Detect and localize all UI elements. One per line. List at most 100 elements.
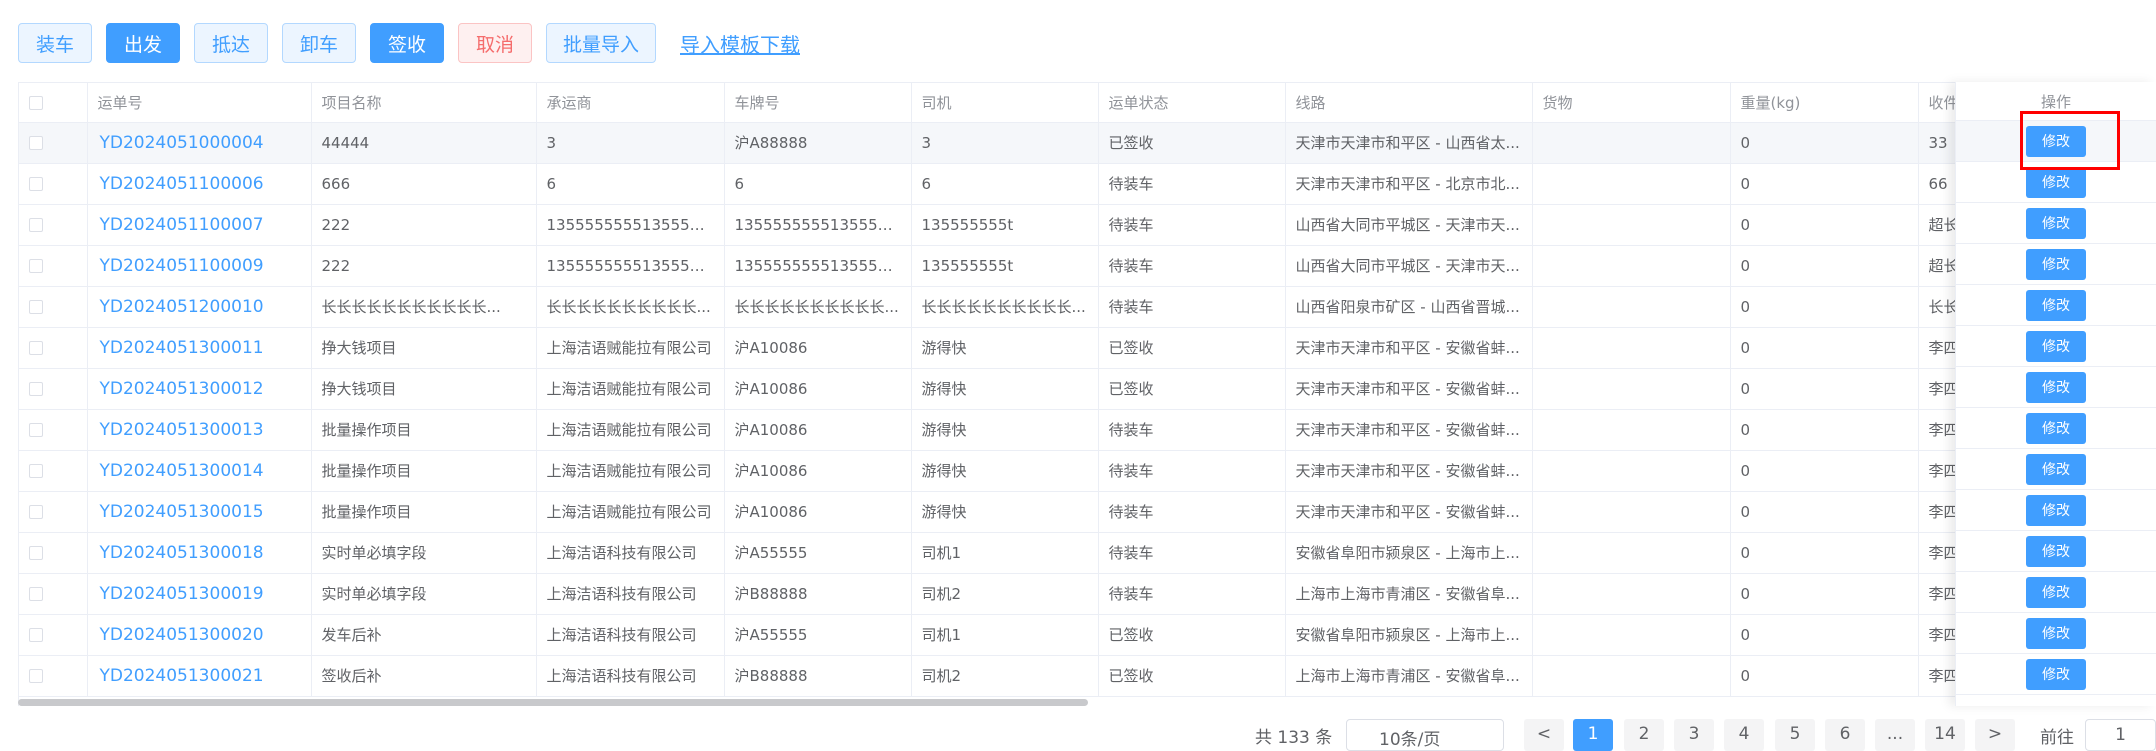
edit-button[interactable]: 修改 xyxy=(2026,289,2086,321)
table-cell: 上海洁语贼能拉有限公司 xyxy=(536,409,725,451)
page-1[interactable]: 1 xyxy=(1573,719,1613,751)
depart-button[interactable]: 出发 xyxy=(106,23,180,63)
edit-button[interactable]: 修改 xyxy=(2026,248,2086,280)
row-checkbox[interactable] xyxy=(19,655,88,697)
edit-button[interactable]: 修改 xyxy=(2026,453,2086,485)
row-checkbox[interactable] xyxy=(19,163,88,205)
table-cell: 上海洁语贼能拉有限公司 xyxy=(536,450,725,492)
unload-button[interactable]: 卸车 xyxy=(282,23,356,63)
edit-button[interactable]: 修改 xyxy=(2026,330,2086,362)
table-row[interactable]: YD2024051300013 批量操作项目 上海洁语贼能拉有限公司 沪A10086 游… xyxy=(19,409,2156,451)
col-header[interactable]: 线路 xyxy=(1285,83,1533,123)
table-header: 运单号 项目名称 承运商 车牌号 司机 运单状态 线路 货物 重量(kg) 收件 xyxy=(19,83,2156,123)
table-cell: 0 xyxy=(1730,163,1919,205)
row-checkbox[interactable] xyxy=(19,204,88,246)
row-checkbox[interactable] xyxy=(19,491,88,533)
table-cell xyxy=(1532,163,1731,205)
waybill-number-link[interactable]: YD2024051300019 xyxy=(87,573,312,615)
table-row[interactable]: YD2024051200010 长长长长长长长长长长长... 长长长长长长长长长长.… xyxy=(19,286,2156,328)
table-row[interactable]: YD2024051300021 签收后补 上海洁语科技有限公司 沪B88888 司机2 已… xyxy=(19,655,2156,697)
page-2[interactable]: 2 xyxy=(1624,719,1664,751)
waybill-number-link[interactable]: YD2024051000004 xyxy=(87,122,312,164)
col-header[interactable]: 运单状态 xyxy=(1098,83,1286,123)
select-all-checkbox[interactable] xyxy=(19,83,88,123)
page-6[interactable]: 6 xyxy=(1825,719,1865,751)
page-size-select[interactable]: 10条/页 xyxy=(1346,719,1504,751)
row-checkbox[interactable] xyxy=(19,450,88,492)
load-button[interactable]: 装车 xyxy=(18,23,92,63)
table-row[interactable]: YD2024051300015 批量操作项目 上海洁语贼能拉有限公司 沪A10086 游… xyxy=(19,491,2156,533)
row-checkbox[interactable] xyxy=(19,368,88,410)
action-cell: 修改 xyxy=(1956,162,2156,203)
download-template-link[interactable]: 导入模板下载 xyxy=(680,29,800,58)
col-header[interactable]: 承运商 xyxy=(536,83,725,123)
table-row[interactable]: YD2024051300014 批量操作项目 上海洁语贼能拉有限公司 沪A10086 游… xyxy=(19,450,2156,492)
action-cell: 修改 xyxy=(1956,490,2156,531)
table-row[interactable]: YD2024051300018 实时单必填字段 上海洁语科技有限公司 沪A55555 司… xyxy=(19,532,2156,574)
prev-page-button[interactable]: < xyxy=(1524,719,1564,751)
col-header[interactable]: 运单号 xyxy=(87,83,312,123)
arrive-button[interactable]: 抵达 xyxy=(194,23,268,63)
row-checkbox[interactable] xyxy=(19,245,88,287)
waybill-number-link[interactable]: YD2024051300018 xyxy=(87,532,312,574)
next-page-button[interactable]: > xyxy=(1975,719,2015,751)
table-row[interactable]: YD2024051100007 222 13555555551355555... 13… xyxy=(19,204,2156,246)
waybill-number-link[interactable]: YD2024051300011 xyxy=(87,327,312,369)
table-row[interactable]: YD2024051100006 666 6 6 6 待装车 天津市天津市和平区 - 北京市北… xyxy=(19,163,2156,205)
table-cell: 0 xyxy=(1730,573,1919,615)
edit-button[interactable]: 修改 xyxy=(2026,412,2086,444)
row-checkbox[interactable] xyxy=(19,614,88,656)
edit-button[interactable]: 修改 xyxy=(2026,166,2086,198)
col-header[interactable]: 车牌号 xyxy=(724,83,912,123)
col-header[interactable]: 货物 xyxy=(1532,83,1731,123)
waybill-number-link[interactable]: YD2024051300014 xyxy=(87,450,312,492)
table-row[interactable]: YD2024051000004 44444 3 沪A88888 3 已签收 天津市天津市和平… xyxy=(19,122,2156,164)
edit-button[interactable]: 修改 xyxy=(2026,371,2086,403)
col-header[interactable]: 司机 xyxy=(911,83,1099,123)
table-row[interactable]: YD2024051100009 222 13555555551355555... 13… xyxy=(19,245,2156,287)
waybill-number-link[interactable]: YD2024051300021 xyxy=(87,655,312,697)
page-14[interactable]: 14 xyxy=(1925,719,1965,751)
horizontal-scrollbar[interactable] xyxy=(18,699,1088,706)
waybill-number-link[interactable]: YD2024051300020 xyxy=(87,614,312,656)
row-checkbox[interactable] xyxy=(19,122,88,164)
waybill-number-link[interactable]: YD2024051300013 xyxy=(87,409,312,451)
waybill-number-link[interactable]: YD2024051100009 xyxy=(87,245,312,287)
edit-button[interactable]: 修改 xyxy=(2026,535,2086,567)
action-cell: 修改 xyxy=(1956,244,2156,285)
row-checkbox[interactable] xyxy=(19,573,88,615)
sign-button[interactable]: 签收 xyxy=(370,23,444,63)
table-cell: 安徽省阜阳市颍泉区 - 上海市上... xyxy=(1285,532,1533,574)
cancel-button[interactable]: 取消 xyxy=(458,23,532,63)
row-checkbox[interactable] xyxy=(19,286,88,328)
table-row[interactable]: YD2024051300011 挣大钱项目 上海洁语贼能拉有限公司 沪A10086 游得… xyxy=(19,327,2156,369)
waybill-number-link[interactable]: YD2024051100007 xyxy=(87,204,312,246)
col-header[interactable]: 重量(kg) xyxy=(1730,83,1919,123)
edit-button[interactable]: 修改 xyxy=(2026,617,2086,649)
table-row[interactable]: YD2024051300012 挣大钱项目 上海洁语贼能拉有限公司 沪A10086 游得… xyxy=(19,368,2156,410)
col-header[interactable]: 项目名称 xyxy=(311,83,537,123)
page-4[interactable]: 4 xyxy=(1724,719,1764,751)
table-cell: 待装车 xyxy=(1098,491,1286,533)
edit-button[interactable]: 修改 xyxy=(2026,658,2086,690)
waybill-number-link[interactable]: YD2024051300012 xyxy=(87,368,312,410)
page-3[interactable]: 3 xyxy=(1674,719,1714,751)
table-cell: 6 xyxy=(536,163,725,205)
jump-input[interactable]: 1 xyxy=(2085,719,2156,751)
waybill-number-link[interactable]: YD2024051100006 xyxy=(87,163,312,205)
edit-button[interactable]: 修改 xyxy=(2026,576,2086,608)
row-checkbox[interactable] xyxy=(19,327,88,369)
page-5[interactable]: 5 xyxy=(1775,719,1815,751)
edit-button[interactable]: 修改 xyxy=(2026,207,2086,239)
waybill-number-link[interactable]: YD2024051200010 xyxy=(87,286,312,328)
row-checkbox[interactable] xyxy=(19,532,88,574)
page-ellipsis[interactable]: ... xyxy=(1875,719,1915,751)
waybill-number-link[interactable]: YD2024051300015 xyxy=(87,491,312,533)
table-cell: 0 xyxy=(1730,450,1919,492)
edit-button[interactable]: 修改 xyxy=(2026,494,2086,526)
edit-button[interactable]: 修改 xyxy=(2026,125,2086,157)
table-row[interactable]: YD2024051300020 发车后补 上海洁语科技有限公司 沪A55555 司机1 已… xyxy=(19,614,2156,656)
table-row[interactable]: YD2024051300019 实时单必填字段 上海洁语科技有限公司 沪B88888 司… xyxy=(19,573,2156,615)
row-checkbox[interactable] xyxy=(19,409,88,451)
batch-import-button[interactable]: 批量导入 xyxy=(546,23,656,63)
